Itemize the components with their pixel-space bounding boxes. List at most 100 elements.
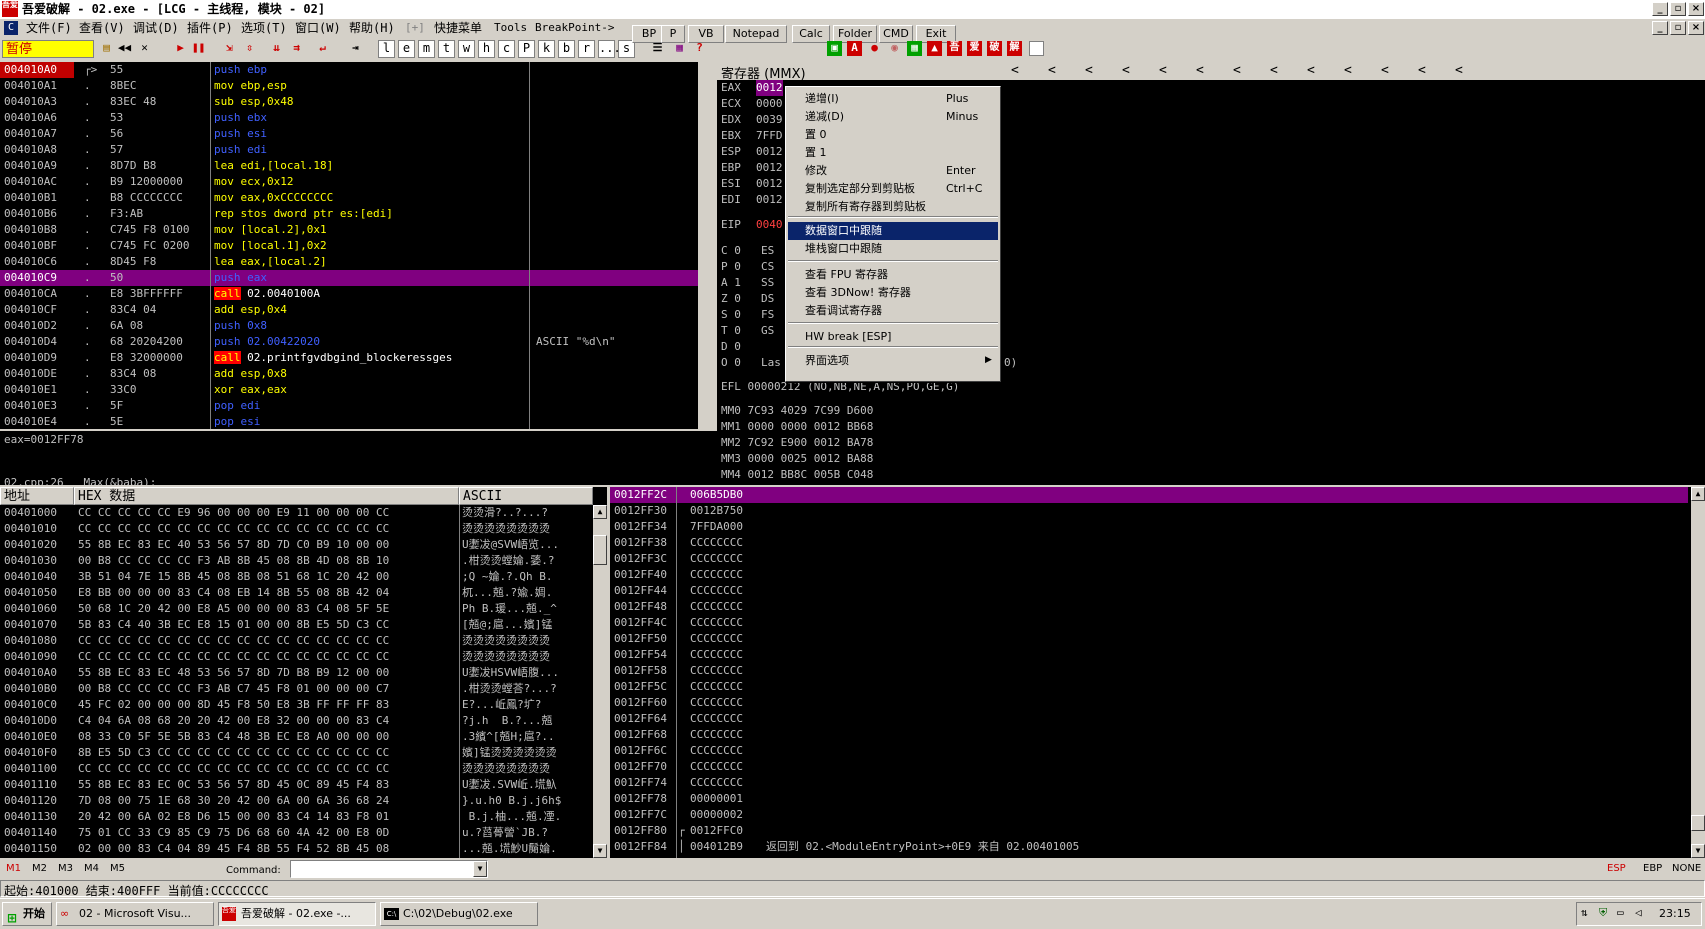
cmd-tab-m2[interactable]: M2 <box>32 863 47 874</box>
register-nav-arrow-icon[interactable]: < <box>1307 62 1315 80</box>
window-cpu-button[interactable]: c <box>498 40 515 58</box>
dump-pane[interactable]: 地址 HEX 数据 ASCII 00401000 CC CC CC CC CC E… <box>0 487 607 858</box>
cmd-tab-m3[interactable]: M3 <box>58 863 73 874</box>
dump-row[interactable]: 00401140 75 01 CC 33 C9 85 C9 75 D6 68 60… <box>0 825 593 841</box>
plugin-icon-11[interactable] <box>1029 41 1044 56</box>
menu-help[interactable]: 帮助(H) <box>349 19 395 37</box>
stack-row[interactable]: 0012FF50 CCCCCCCC <box>610 631 1688 647</box>
network-icon[interactable]: ⇅ <box>1581 906 1588 919</box>
dump-row[interactable]: 00401100 CC CC CC CC CC CC CC CC CC CC CC… <box>0 761 593 777</box>
stack-scrollbar[interactable]: ▲ ▼ <box>1691 487 1705 858</box>
dump-header-hex[interactable]: HEX 数据 <box>74 487 459 505</box>
stack-row[interactable]: 0012FF60 CCCCCCCC <box>610 695 1688 711</box>
disasm-row[interactable]: 004010D9. E8 32000000 call 02.printfgvdbgi… <box>0 350 698 366</box>
register-nav-arrow-icon[interactable]: < <box>1122 62 1130 80</box>
stack-scroll-thumb[interactable] <box>1691 815 1705 831</box>
plugin-icon-4[interactable]: ◉ <box>887 41 902 56</box>
stack-row[interactable]: 0012FF30 0012B750 <box>610 503 1688 519</box>
stack-scroll-down-arrow[interactable]: ▼ <box>1691 844 1705 858</box>
stack-row[interactable]: 0012FF40 CCCCCCCC <box>610 567 1688 583</box>
dump-row[interactable]: 00401030 00 B8 CC CC CC CC F3 AB 8B 45 08… <box>0 553 593 569</box>
child-minimize-button[interactable]: _ <box>1652 21 1668 35</box>
dump-row[interactable]: 00401070 5B 83 C4 40 3B EC E8 15 01 00 00… <box>0 617 593 633</box>
run-icon[interactable]: ▶ <box>173 41 188 56</box>
dump-row[interactable]: 00401090 CC CC CC CC CC CC CC CC CC CC CC… <box>0 649 593 665</box>
notepad-button[interactable]: Notepad <box>725 25 787 43</box>
ctx-item-modify[interactable]: 修改 Enter <box>788 162 998 180</box>
disasm-row[interactable]: 004010AC. B9 12000000 mov ecx,0x12 <box>0 174 698 190</box>
menu-shortcut[interactable]: 快捷菜单 <box>434 19 482 37</box>
stack-row[interactable]: 0012FF38 CCCCCCCC <box>610 535 1688 551</box>
flag-esp[interactable]: ESP <box>1607 863 1626 874</box>
stack-row[interactable]: 0012FF74 CCCCCCCC <box>610 775 1688 791</box>
stack-row[interactable]: 0012FF54 CCCCCCCC <box>610 647 1688 663</box>
dump-row[interactable]: 004010F0 8B E5 5D C3 CC CC CC CC CC CC CC… <box>0 745 593 761</box>
menu-window[interactable]: 窗口(W) <box>295 19 341 37</box>
stack-scroll-up-arrow[interactable]: ▲ <box>1691 487 1705 501</box>
dump-row[interactable]: 004010E0 08 33 C0 5F 5E 5B 83 C4 48 3B EC… <box>0 729 593 745</box>
close-button[interactable]: × <box>1688 2 1704 16</box>
register-nav-arrow-icon[interactable]: < <box>1381 62 1389 80</box>
disasm-row[interactable]: 004010A3. 83EC 48 sub esp,0x48 <box>0 94 698 110</box>
stack-row[interactable]: 0012FF64 CCCCCCCC <box>610 711 1688 727</box>
close-process-icon[interactable]: ✕ <box>137 41 152 56</box>
step-into-icon[interactable]: ⇲ <box>222 41 237 56</box>
calc-button[interactable]: Calc <box>792 25 830 43</box>
stack-row[interactable]: 0012FF5C CCCCCCCC <box>610 679 1688 695</box>
trace-into-icon[interactable]: ⇊ <box>269 41 284 56</box>
ctx-item-view-3dnow-registers[interactable]: 查看 3DNow! 寄存器 <box>788 284 998 302</box>
rewind-icon[interactable]: ◀◀ <box>117 41 132 56</box>
menu-plus[interactable]: [+] <box>405 19 425 37</box>
stack-row[interactable]: 0012FF48 CCCCCCCC <box>610 599 1688 615</box>
menu-plugins[interactable]: 插件(P) <box>187 19 233 37</box>
step-over-icon[interactable]: ⇳ <box>242 41 257 56</box>
security-icon[interactable]: ⛨ <box>1599 906 1607 920</box>
stack-row[interactable]: 0012FF70 CCCCCCCC <box>610 759 1688 775</box>
minimize-button[interactable]: _ <box>1652 2 1668 16</box>
ctx-item-follow-in-stack[interactable]: 堆栈窗口中跟随 <box>788 240 998 258</box>
disasm-row[interactable]: 004010B1. B8 CCCCCCCC mov eax,0xCCCCCCCC <box>0 190 698 206</box>
register-nav-arrow-icon[interactable]: < <box>1048 62 1056 80</box>
window-runtrace-button[interactable]: ... <box>598 40 621 58</box>
scroll-thumb[interactable] <box>593 535 607 565</box>
task-visual-studio[interactable]: ∞ 02 - Microsoft Visu... <box>56 902 214 926</box>
goto-icon[interactable]: ⇥ <box>348 41 363 56</box>
ctx-item-view-debug-registers[interactable]: 查看调试寄存器 <box>788 302 998 320</box>
ctx-item-copy-all-registers[interactable]: 复制所有寄存器到剪贴板 <box>788 198 998 216</box>
ctx-item-copy-selection[interactable]: 复制选定部分到剪贴板 Ctrl+C <box>788 180 998 198</box>
stack-row[interactable]: 0012FF80 0012FFC0 <box>610 823 1688 839</box>
stack-row[interactable]: 0012FF7C 00000002 <box>610 807 1688 823</box>
scroll-down-arrow[interactable]: ▼ <box>593 844 607 858</box>
pause-icon[interactable]: ❚❚ <box>191 41 206 56</box>
register-nav-arrow-icon[interactable]: < <box>1344 62 1352 80</box>
plugin-icon-7[interactable]: 吾 <box>947 41 962 56</box>
stack-row[interactable]: 0012FF78 00000001 <box>610 791 1688 807</box>
disasm-row[interactable]: 004010A1. 8BEC mov ebp,esp <box>0 78 698 94</box>
open-icon[interactable]: ▤ <box>99 41 114 56</box>
window-modules-button[interactable]: e <box>398 40 415 58</box>
disasm-row[interactable]: 004010A8. 57 push edi <box>0 142 698 158</box>
stack-row[interactable]: 0012FF6C CCCCCCCC <box>610 743 1688 759</box>
register-nav-arrow-icon[interactable]: < <box>1196 62 1204 80</box>
ctx-item-decrement[interactable]: 递减(D) Minus <box>788 108 998 126</box>
plugin-icon-8[interactable]: 爱 <box>967 41 982 56</box>
dump-row[interactable]: 00401150 02 00 00 83 C4 04 89 45 F4 8B 55… <box>0 841 593 857</box>
execute-till-return-icon[interactable]: ↵ <box>315 41 330 56</box>
start-button[interactable]: ⊞ 开始 <box>2 902 52 926</box>
window-memory-button[interactable]: m <box>418 40 435 58</box>
window-callstack-button[interactable]: k <box>538 40 555 58</box>
disasm-row[interactable]: 004010D4. 68 20204200 push 02.00422020 ASCI… <box>0 334 698 350</box>
dump-row[interactable]: 004010D0 C4 04 6A 08 68 20 20 42 00 E8 32… <box>0 713 593 729</box>
disasm-row[interactable]: 004010E3. 5F pop edi <box>0 398 698 414</box>
cmd-tab-m1[interactable]: M1 <box>6 863 21 874</box>
stack-row[interactable]: 0012FF68 CCCCCCCC <box>610 727 1688 743</box>
dump-row[interactable]: 00401010 CC CC CC CC CC CC CC CC CC CC CC… <box>0 521 593 537</box>
flag-none[interactable]: NONE <box>1672 863 1701 874</box>
command-input[interactable]: ▼ <box>290 860 488 878</box>
menu-debug[interactable]: 调试(D) <box>133 19 179 37</box>
list-icon[interactable]: ☰ <box>650 41 665 56</box>
disasm-row[interactable]: 004010CF. 83C4 04 add esp,0x4 <box>0 302 698 318</box>
ctx-item-appearance[interactable]: 界面选项 ▶ <box>788 352 998 370</box>
dump-row[interactable]: 00401020 55 8B EC 83 EC 40 53 56 57 8D 7D… <box>0 537 593 553</box>
child-restore-button[interactable]: ▫ <box>1670 21 1686 35</box>
